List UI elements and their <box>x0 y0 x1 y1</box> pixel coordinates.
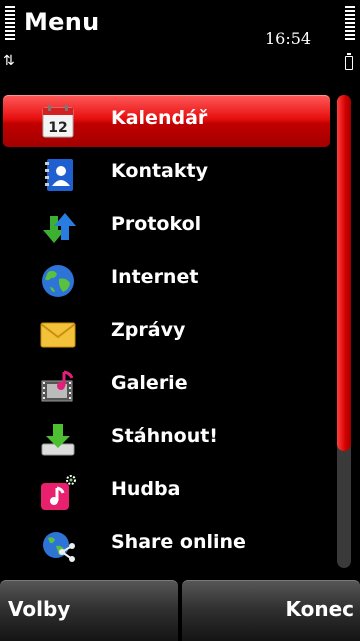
softkey-label: Volby <box>8 597 71 621</box>
menu-item-label: Internet <box>111 266 199 288</box>
share-online-icon <box>43 532 75 562</box>
menu-item-internet[interactable]: Internet <box>0 254 334 307</box>
menu-item-kalendar[interactable]: 12 Kalendář <box>0 95 334 148</box>
data-transfer-icon: ⇅ <box>3 53 15 69</box>
signal-strength-icon <box>5 6 15 42</box>
options-softkey[interactable]: Volby <box>0 580 178 641</box>
exit-softkey[interactable]: Konec <box>182 580 360 641</box>
menu-item-zpravy[interactable]: Zprávy <box>0 307 334 360</box>
menu-item-label: Kalendář <box>111 107 208 129</box>
menu-item-label: Hudba <box>111 478 181 500</box>
menu-item-label: Share online <box>111 531 246 553</box>
menu-item-protokol[interactable]: Protokol <box>0 201 334 254</box>
status-bar: ⇅ Menu 16:54 <box>0 0 360 84</box>
battery-icon <box>345 53 353 70</box>
contacts-icon <box>45 159 73 191</box>
menu-item-kontakty[interactable]: Kontakty <box>0 148 334 201</box>
log-icon <box>43 213 76 243</box>
menu-item-hudba[interactable]: Hudba <box>0 466 334 519</box>
calendar-icon: 12 <box>42 105 74 138</box>
download-icon <box>41 424 75 456</box>
page-title: Menu <box>24 8 100 36</box>
menu-item-share-online[interactable]: Share online <box>0 519 334 572</box>
menu-item-stahnout[interactable]: Stáhnout! <box>0 413 334 466</box>
menu-item-label: Kontakty <box>111 160 208 182</box>
music-icon <box>41 475 76 510</box>
scrollbar-thumb[interactable] <box>337 95 351 451</box>
clock: 16:54 <box>265 29 312 48</box>
envelope-icon <box>40 322 76 348</box>
menu-item-label: Stáhnout! <box>111 425 218 447</box>
gallery-icon <box>41 370 74 402</box>
softkey-label: Konec <box>285 597 354 621</box>
activity-indicator-icon <box>66 475 76 485</box>
menu-item-label: Zprávy <box>111 319 186 341</box>
menu-item-galerie[interactable]: Galerie <box>0 360 334 413</box>
globe-icon <box>42 265 74 297</box>
calendar-day-text: 12 <box>48 120 67 136</box>
battery-level-icon <box>345 6 355 42</box>
menu-item-label: Galerie <box>111 372 188 394</box>
menu-list: 12 Kalendář Kontakty Protokol Internet Z… <box>0 95 334 572</box>
menu-item-label: Protokol <box>111 213 202 235</box>
